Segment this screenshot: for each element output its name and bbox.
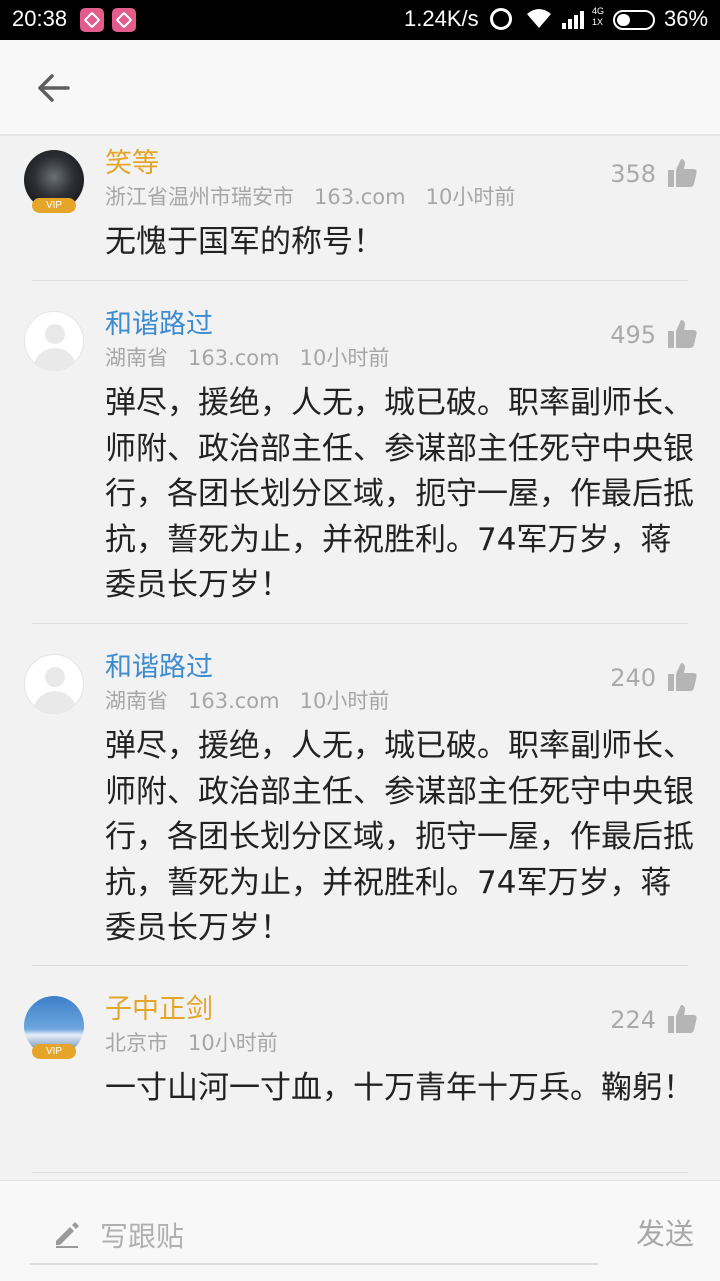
comment-item: VIP 子中正剑 北京市 10小时前 224 一寸山河一寸血，十万青年十万兵。鞠躬… [0, 966, 720, 1176]
comment-username[interactable]: 笑等 [105, 148, 159, 180]
avatar[interactable]: VIP [24, 996, 84, 1059]
alarm-icon [490, 8, 512, 30]
notification-app-icon [80, 8, 104, 32]
battery-percent: 36% [664, 6, 709, 31]
comment-text: 无愧于国军的称号！ [105, 224, 384, 260]
wifi-icon [527, 9, 551, 28]
comment-meta: 湖南省 163.com 10小时前 [105, 345, 409, 371]
like-count: 495 [610, 321, 656, 349]
battery-icon [613, 10, 655, 30]
like-count: 240 [610, 664, 656, 692]
comment-item: 和谐路过 湖南省 163.com 10小时前 495 弹尽，援绝，人无，城已破。职率… [0, 281, 720, 624]
comment-location: 湖南省 [105, 346, 168, 370]
notification-app-icon [112, 8, 136, 32]
status-time: 20:38 [12, 6, 68, 31]
thumbs-up-icon[interactable] [666, 1004, 698, 1034]
comment-username[interactable]: 和谐路过 [105, 652, 213, 684]
comment-text: 弹尽，援绝，人无，城已破。职率副师长、师附、政治部主任、参谋部主任死守中央银行，… [105, 385, 694, 603]
comment-time: 10小时前 [299, 689, 390, 713]
like-count: 358 [610, 160, 656, 188]
avatar[interactable] [24, 654, 84, 714]
send-button[interactable]: 发送 [636, 1211, 694, 1253]
avatar[interactable]: VIP [24, 150, 84, 213]
comment-location: 浙江省温州市瑞安市 [105, 185, 294, 209]
comment-item: VIP 笑等 浙江省温州市瑞安市 163.com 10小时前 358 无愧于国军的称… [0, 136, 720, 281]
comment-time: 10小时前 [188, 1031, 278, 1055]
comment-location: 北京市 [105, 1031, 168, 1055]
comment-meta: 浙江省温州市瑞安市 163.com 10小时前 [105, 184, 535, 210]
vip-badge: VIP [32, 1044, 76, 1059]
avatar[interactable] [24, 311, 84, 371]
thumbs-up-icon[interactable] [666, 319, 698, 349]
like-count: 224 [610, 1006, 656, 1034]
comment-time: 10小时前 [425, 185, 516, 209]
comment-location: 湖南省 [105, 689, 168, 713]
reply-placeholder: 写跟贴 [100, 1220, 185, 1253]
comment-username[interactable]: 和谐路过 [105, 309, 213, 341]
vip-badge: VIP [32, 198, 76, 213]
divider [32, 1172, 688, 1173]
pencil-icon [56, 1222, 79, 1248]
comment-meta: 湖南省 163.com 10小时前 [105, 688, 409, 714]
reply-input[interactable]: 写跟贴 [30, 1201, 598, 1265]
network-speed: 1.24K/s [404, 6, 479, 31]
comment-username[interactable]: 子中正剑 [105, 994, 213, 1026]
comment-text: 一寸山河一寸血，十万青年十万兵。鞠躬！ [105, 1070, 694, 1106]
comment-source: 163.com [188, 346, 280, 370]
status-bar: 20:38 1.24K/s 4G 1X 36% [0, 0, 720, 40]
network-type: 4G 1X [592, 6, 605, 27]
app-bar [0, 40, 720, 136]
comment-source: 163.com [188, 689, 280, 713]
comment-item: 和谐路过 湖南省 163.com 10小时前 240 弹尽，援绝，人无，城已破。职率… [0, 624, 720, 966]
arrow-left-icon[interactable] [32, 68, 76, 108]
comment-text: 弹尽，援绝，人无，城已破。职率副师长、师附、政治部主任、参谋部主任死守中央银行，… [105, 728, 694, 946]
comment-time: 10小时前 [299, 346, 390, 370]
signal-icon [562, 11, 584, 29]
thumbs-up-icon[interactable] [666, 158, 698, 188]
comment-source: 163.com [314, 185, 406, 209]
thumbs-up-icon[interactable] [666, 662, 698, 692]
reply-bar: 写跟贴 发送 [0, 1180, 720, 1281]
comment-list[interactable]: VIP 笑等 浙江省温州市瑞安市 163.com 10小时前 358 无愧于国军的称… [0, 136, 720, 1180]
comment-meta: 北京市 10小时前 [105, 1030, 298, 1056]
